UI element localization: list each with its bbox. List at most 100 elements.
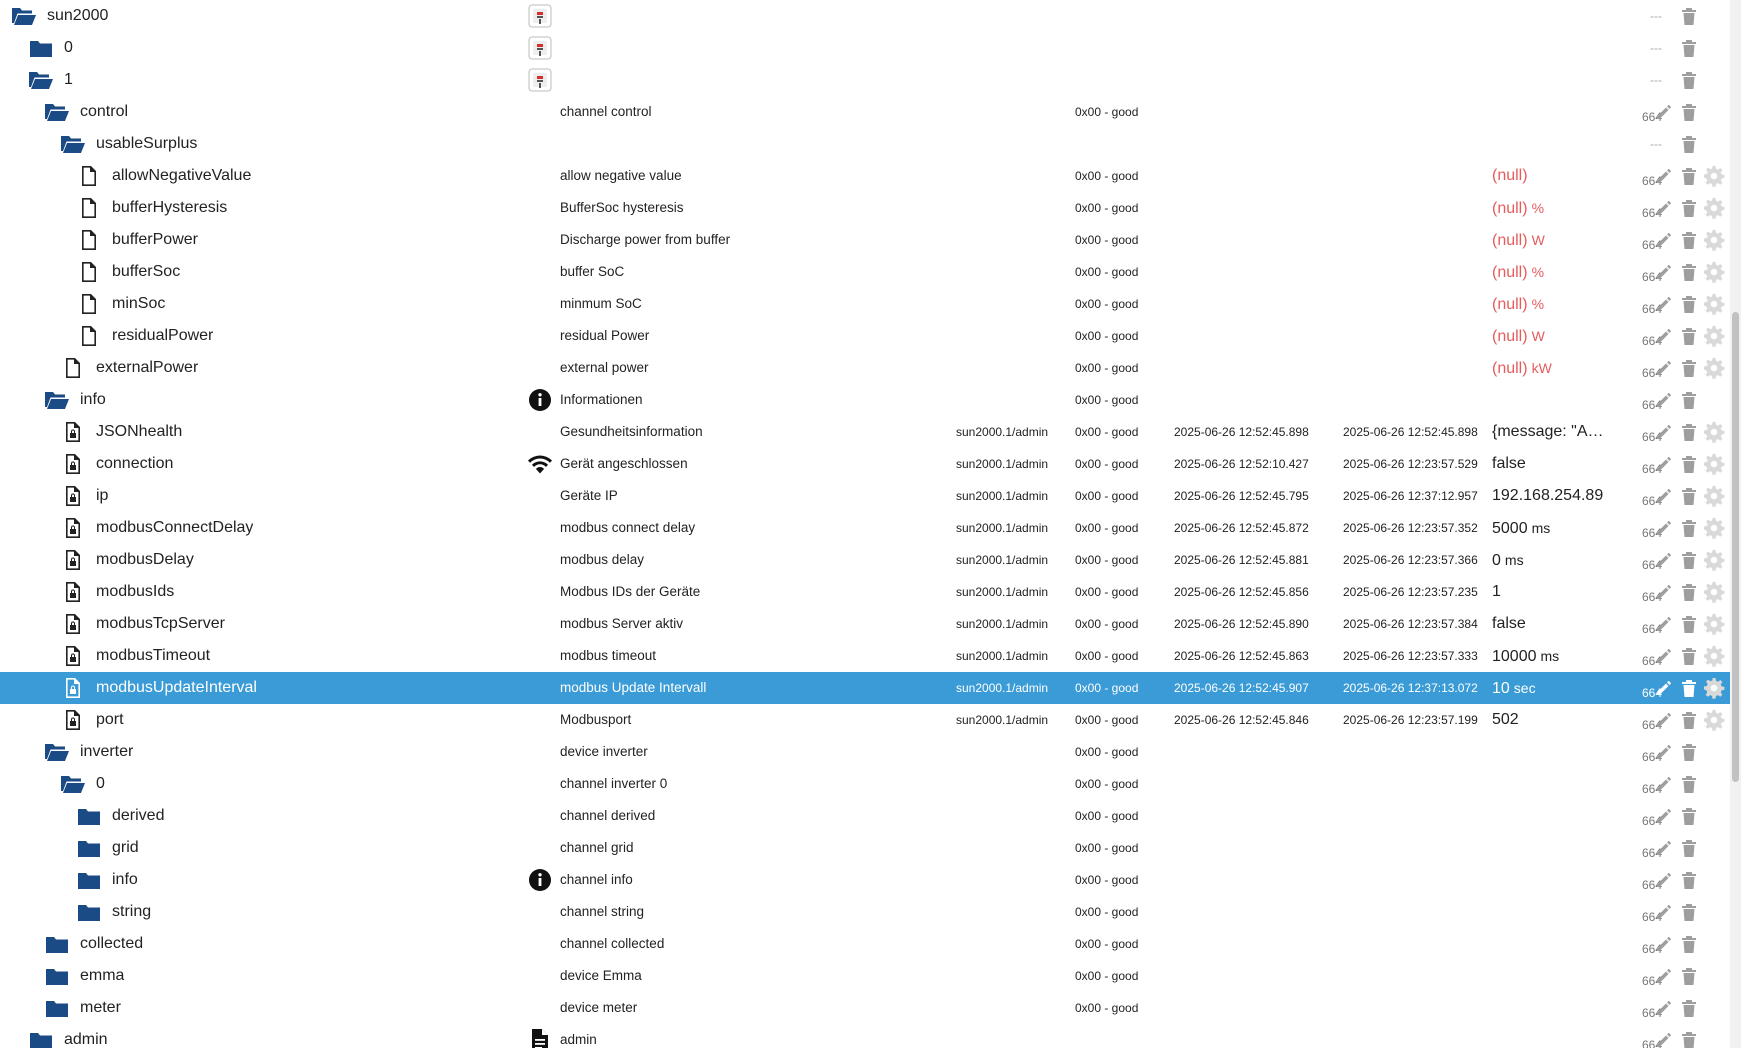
tree-row[interactable]: collected channel collected 0x00 - good 664 bbox=[0, 928, 1730, 960]
edit-pencil-icon[interactable] bbox=[1653, 1024, 1675, 1048]
tree-row[interactable]: bufferSoc buffer SoC 0x00 - good (null)% 664 bbox=[0, 256, 1730, 288]
settings-gear-icon[interactable] bbox=[1703, 352, 1725, 384]
folder-open-icon[interactable] bbox=[59, 768, 87, 800]
edit-pencil-icon[interactable] bbox=[1653, 224, 1675, 256]
tree-row[interactable]: inverter device inverter 0x00 - good 664 bbox=[0, 736, 1730, 768]
tree-row[interactable]: usableSurplus --- bbox=[0, 128, 1730, 160]
state-value[interactable]: (null) W bbox=[1492, 320, 1612, 352]
folder-icon[interactable] bbox=[75, 864, 103, 896]
folder-icon[interactable] bbox=[27, 1024, 55, 1048]
tree-row[interactable]: string channel string 0x00 - good 664 bbox=[0, 896, 1730, 928]
tree-row[interactable]: modbusIds Modbus IDs der Geräte sun2000.1/… bbox=[0, 576, 1730, 608]
delete-trash-icon[interactable] bbox=[1678, 960, 1700, 992]
tree-row[interactable]: derived channel derived 0x00 - good 664 bbox=[0, 800, 1730, 832]
delete-trash-icon[interactable] bbox=[1678, 896, 1700, 928]
delete-trash-icon[interactable] bbox=[1678, 640, 1700, 672]
tree-row[interactable]: modbusDelay modbus delay sun2000.1/admin 0x… bbox=[0, 544, 1730, 576]
edit-pencil-icon[interactable] bbox=[1653, 960, 1675, 992]
edit-pencil-icon[interactable] bbox=[1653, 192, 1675, 224]
tree-row[interactable]: grid channel grid 0x00 - good 664 bbox=[0, 832, 1730, 864]
edit-pencil-icon[interactable] bbox=[1653, 256, 1675, 288]
settings-gear-icon[interactable] bbox=[1703, 192, 1725, 224]
delete-trash-icon[interactable] bbox=[1678, 1024, 1700, 1048]
tree-row[interactable]: control channel control 0x00 - good 664 bbox=[0, 96, 1730, 128]
settings-gear-icon[interactable] bbox=[1703, 608, 1725, 640]
state-value[interactable]: 10 sec bbox=[1492, 672, 1612, 704]
state-value[interactable]: (null) bbox=[1492, 160, 1612, 192]
edit-pencil-icon[interactable] bbox=[1653, 864, 1675, 896]
edit-pencil-icon[interactable] bbox=[1653, 448, 1675, 480]
tree-row[interactable]: JSONhealth Gesundheitsinformation sun2000.… bbox=[0, 416, 1730, 448]
delete-trash-icon[interactable] bbox=[1678, 384, 1700, 416]
delete-trash-icon[interactable] bbox=[1678, 96, 1700, 128]
edit-pencil-icon[interactable] bbox=[1653, 640, 1675, 672]
edit-pencil-icon[interactable] bbox=[1653, 736, 1675, 768]
state-value[interactable]: 10000 ms bbox=[1492, 640, 1612, 672]
edit-pencil-icon[interactable] bbox=[1653, 992, 1675, 1024]
edit-pencil-icon[interactable] bbox=[1653, 672, 1675, 704]
tree-row[interactable]: ip Geräte IP sun2000.1/admin 0x00 - good 202… bbox=[0, 480, 1730, 512]
tree-row[interactable]: 0 channel inverter 0 0x00 - good 664 bbox=[0, 768, 1730, 800]
settings-gear-icon[interactable] bbox=[1703, 320, 1725, 352]
settings-gear-icon[interactable] bbox=[1703, 448, 1725, 480]
settings-gear-icon[interactable] bbox=[1703, 480, 1725, 512]
edit-pencil-icon[interactable] bbox=[1653, 480, 1675, 512]
settings-gear-icon[interactable] bbox=[1703, 416, 1725, 448]
delete-trash-icon[interactable] bbox=[1678, 992, 1700, 1024]
tree-row[interactable]: meter device meter 0x00 - good 664 bbox=[0, 992, 1730, 1024]
settings-gear-icon[interactable] bbox=[1703, 224, 1725, 256]
delete-trash-icon[interactable] bbox=[1678, 544, 1700, 576]
folder-open-icon[interactable] bbox=[27, 64, 55, 96]
state-value[interactable]: 5000 ms bbox=[1492, 512, 1612, 544]
state-value[interactable]: (null) kW bbox=[1492, 352, 1612, 384]
delete-trash-icon[interactable] bbox=[1678, 480, 1700, 512]
edit-pencil-icon[interactable] bbox=[1653, 608, 1675, 640]
tree-row[interactable]: externalPower external power 0x00 - good (n… bbox=[0, 352, 1730, 384]
delete-trash-icon[interactable] bbox=[1678, 768, 1700, 800]
edit-pencil-icon[interactable] bbox=[1653, 160, 1675, 192]
tree-row[interactable]: modbusTcpServer modbus Server aktiv sun200… bbox=[0, 608, 1730, 640]
delete-trash-icon[interactable] bbox=[1678, 800, 1700, 832]
delete-trash-icon[interactable] bbox=[1678, 416, 1700, 448]
folder-icon[interactable] bbox=[75, 832, 103, 864]
tree-row[interactable]: residualPower residual Power 0x00 - good (n… bbox=[0, 320, 1730, 352]
settings-gear-icon[interactable] bbox=[1703, 640, 1725, 672]
edit-pencil-icon[interactable] bbox=[1653, 416, 1675, 448]
delete-trash-icon[interactable] bbox=[1678, 832, 1700, 864]
tree-row[interactable]: sun2000 --- bbox=[0, 0, 1730, 32]
delete-trash-icon[interactable] bbox=[1678, 736, 1700, 768]
delete-trash-icon[interactable] bbox=[1678, 64, 1700, 96]
folder-icon[interactable] bbox=[43, 992, 71, 1024]
edit-pencil-icon[interactable] bbox=[1653, 576, 1675, 608]
edit-pencil-icon[interactable] bbox=[1653, 800, 1675, 832]
folder-open-icon[interactable] bbox=[43, 96, 71, 128]
tree-row[interactable]: connection Gerät angeschlossen sun2000.1/a… bbox=[0, 448, 1730, 480]
tree-row[interactable]: info Informationen 0x00 - good 664 bbox=[0, 384, 1730, 416]
state-value[interactable]: 502 bbox=[1492, 704, 1612, 736]
edit-pencil-icon[interactable] bbox=[1653, 288, 1675, 320]
folder-icon[interactable] bbox=[75, 800, 103, 832]
delete-trash-icon[interactable] bbox=[1678, 864, 1700, 896]
settings-gear-icon[interactable] bbox=[1703, 704, 1725, 736]
delete-trash-icon[interactable] bbox=[1678, 608, 1700, 640]
state-value[interactable]: {message: "Adj... bbox=[1492, 416, 1612, 448]
state-value[interactable]: 0 ms bbox=[1492, 544, 1612, 576]
state-value[interactable]: (null)% bbox=[1492, 288, 1612, 320]
edit-pencil-icon[interactable] bbox=[1653, 928, 1675, 960]
tree-row[interactable]: modbusConnectDelay modbus connect delay su… bbox=[0, 512, 1730, 544]
state-value[interactable]: (null)% bbox=[1492, 256, 1612, 288]
edit-pencil-icon[interactable] bbox=[1653, 320, 1675, 352]
folder-open-icon[interactable] bbox=[43, 384, 71, 416]
edit-pencil-icon[interactable] bbox=[1653, 384, 1675, 416]
folder-icon[interactable] bbox=[43, 928, 71, 960]
tree-row[interactable]: modbusUpdateInterval modbus Update Interv… bbox=[0, 672, 1730, 704]
tree-row[interactable]: allowNegativeValue allow negative value 0x… bbox=[0, 160, 1730, 192]
tree-row[interactable]: admin admin 664 bbox=[0, 1024, 1730, 1048]
delete-trash-icon[interactable] bbox=[1678, 352, 1700, 384]
folder-open-icon[interactable] bbox=[10, 0, 38, 32]
settings-gear-icon[interactable] bbox=[1703, 544, 1725, 576]
tree-row[interactable]: minSoc minmum SoC 0x00 - good (null)% 664 bbox=[0, 288, 1730, 320]
state-value[interactable]: (null) W bbox=[1492, 224, 1612, 256]
settings-gear-icon[interactable] bbox=[1703, 288, 1725, 320]
delete-trash-icon[interactable] bbox=[1678, 224, 1700, 256]
